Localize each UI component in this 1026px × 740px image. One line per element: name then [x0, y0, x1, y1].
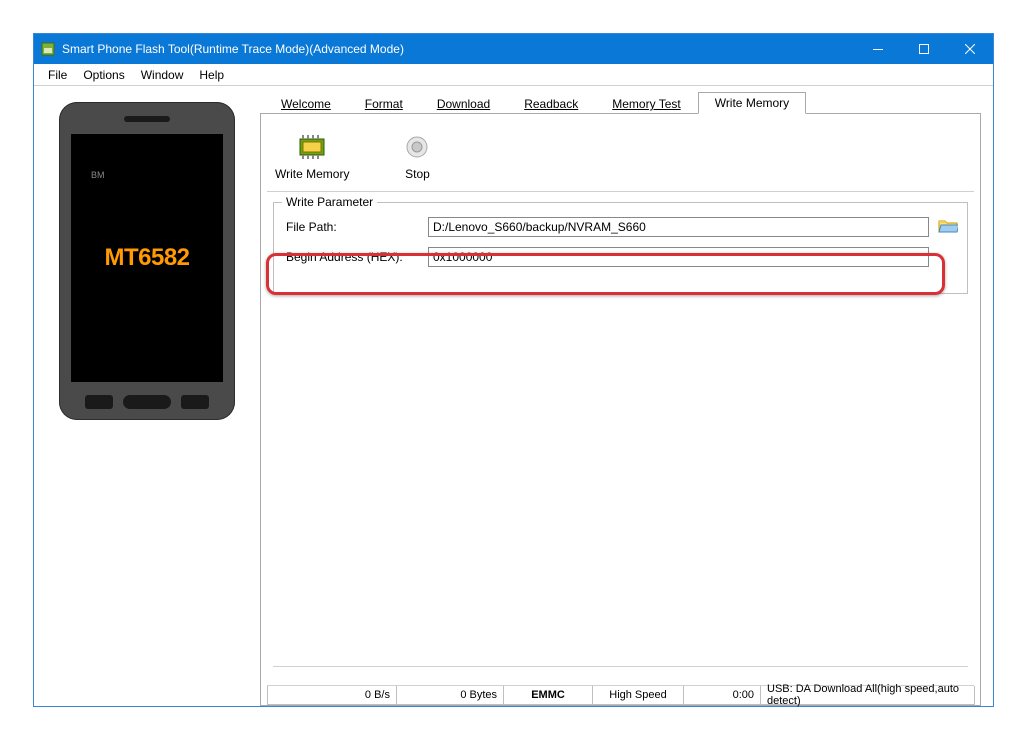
stop-icon [401, 131, 433, 163]
tab-format[interactable]: Format [348, 93, 420, 114]
chip-icon [296, 131, 328, 163]
stop-label: Stop [405, 167, 430, 181]
begin-address-label: Begin Address (HEX): [284, 250, 422, 264]
menu-window[interactable]: Window [133, 65, 192, 85]
tab-memory-test[interactable]: Memory Test [595, 93, 697, 114]
write-memory-label: Write Memory [275, 167, 349, 181]
minimize-button[interactable] [855, 34, 901, 64]
tab-readback[interactable]: Readback [507, 93, 595, 114]
write-memory-button[interactable]: Write Memory [275, 125, 349, 181]
browse-button[interactable] [937, 217, 959, 235]
phone-nav-home [123, 395, 171, 409]
tab-welcome[interactable]: Welcome [264, 93, 348, 114]
status-storage: EMMC [503, 686, 593, 705]
phone-pane: BM MT6582 [34, 86, 260, 706]
status-rate: 0 B/s [267, 686, 397, 705]
menubar: File Options Window Help [34, 64, 993, 86]
status-time: 0:00 [683, 686, 761, 705]
begin-address-input[interactable] [428, 247, 929, 267]
file-path-row: File Path: [284, 217, 957, 237]
file-path-label: File Path: [284, 220, 422, 234]
phone-image: BM MT6582 [59, 102, 235, 420]
toolbar: Write Memory Stop [267, 114, 974, 192]
tab-content: Write Memory Stop Write Parameter [260, 114, 981, 706]
window-title: Smart Phone Flash Tool(Runtime Trace Mod… [62, 42, 855, 56]
stop-button[interactable]: Stop [401, 125, 433, 181]
menu-file[interactable]: File [40, 65, 75, 85]
phone-chip-label: MT6582 [104, 244, 189, 272]
status-usb: USB: DA Download All(high speed,auto det… [760, 686, 975, 705]
write-parameter-group: Write Parameter File Path: [273, 202, 968, 294]
app-window: Smart Phone Flash Tool(Runtime Trace Mod… [33, 33, 994, 707]
tab-bar: Welcome Format Download Readback Memory … [260, 90, 981, 114]
spacer [261, 304, 980, 666]
write-parameter-legend: Write Parameter [282, 195, 377, 209]
maximize-button[interactable] [901, 34, 947, 64]
folder-icon [938, 218, 958, 234]
status-speed: High Speed [592, 686, 684, 705]
phone-nav-back [85, 395, 113, 409]
menu-options[interactable]: Options [75, 65, 132, 85]
content-area: BM MT6582 Welcome Format Download Readba… [34, 86, 993, 706]
begin-address-row: Begin Address (HEX): [284, 247, 957, 267]
close-button[interactable] [947, 34, 993, 64]
status-bytes: 0 Bytes [396, 686, 504, 705]
titlebar: Smart Phone Flash Tool(Runtime Trace Mod… [34, 34, 993, 64]
phone-speaker [124, 116, 170, 122]
right-pane: Welcome Format Download Readback Memory … [260, 86, 993, 706]
tab-download[interactable]: Download [420, 93, 507, 114]
phone-bm-label: BM [91, 170, 105, 180]
phone-screen: BM MT6582 [71, 134, 223, 382]
status-bar: 0 B/s 0 Bytes EMMC High Speed 0:00 USB: … [267, 685, 974, 705]
app-icon [40, 41, 56, 57]
tab-write-memory[interactable]: Write Memory [698, 92, 806, 114]
phone-nav-menu [181, 395, 209, 409]
file-path-input[interactable] [428, 217, 929, 237]
menu-help[interactable]: Help [191, 65, 232, 85]
